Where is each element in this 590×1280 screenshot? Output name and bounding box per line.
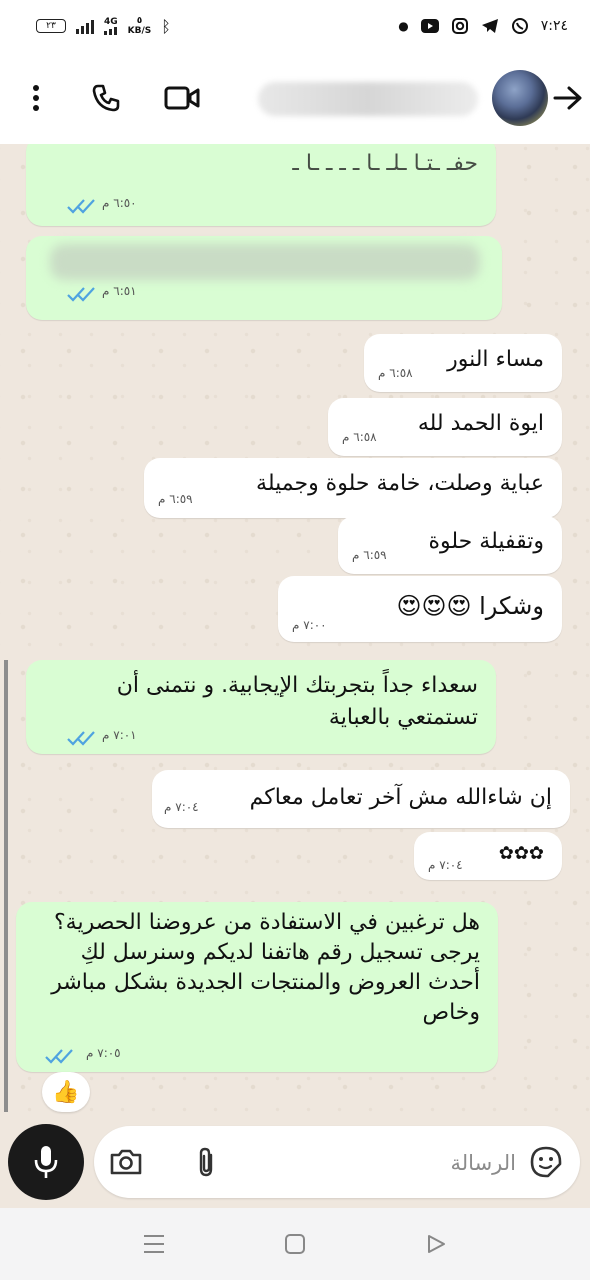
youtube-icon — [420, 17, 439, 35]
message-input[interactable] — [244, 1142, 518, 1184]
message-text: ✿✿✿ — [498, 843, 544, 864]
message-bubble-outgoing[interactable]: هل ترغبين في الاستفادة من عروضنا الحصرية… — [16, 902, 498, 1072]
message-time: ٦:٥٨ م — [378, 366, 413, 380]
message-text: عباية وصلت، خامة حلوة وجميلة — [256, 471, 544, 496]
message-time: ٦:٥١ م — [102, 284, 137, 298]
read-ticks-icon — [67, 287, 95, 302]
read-ticks-icon — [45, 1049, 73, 1064]
menu-icon[interactable] — [140, 1230, 168, 1258]
message-bubble-incoming[interactable]: وتقفيلة حلوة ٦:٥٩ م — [338, 516, 562, 574]
message-time: ٧:٠١ م — [102, 728, 137, 742]
message-bubble-incoming[interactable]: عباية وصلت، خامة حلوة وجميلة ٦:٥٩ م — [144, 458, 562, 518]
attach-icon[interactable] — [188, 1144, 224, 1180]
back-icon[interactable] — [422, 1230, 450, 1258]
status-time: ٧:٢٤ — [540, 18, 568, 34]
back-arrow-icon[interactable] — [550, 80, 586, 116]
system-nav-bar — [0, 1208, 590, 1280]
message-text: ايوة الحمد لله — [417, 411, 544, 436]
battery-icon: ٢٣ — [36, 19, 66, 33]
message-bubble-incoming[interactable]: وشكرا 😍😍😍 ٧:٠٠ م — [278, 576, 562, 642]
message-text: هل ترغبين في الاستفادة من عروضنا الحصرية… — [51, 910, 480, 1025]
telegram-icon — [481, 17, 499, 35]
network-indicator: 4G — [104, 17, 118, 35]
signal-icon — [76, 18, 94, 34]
network-type: 4G — [104, 17, 118, 27]
message-time: ٦:٥٩ م — [158, 492, 193, 506]
chat-header — [0, 52, 590, 144]
message-text: سعداء جداً بتجربتك الإيجابية. و نتمنى أن… — [116, 673, 478, 730]
status-bar: ٢٣ 4G ٥ KB/S ᛒ ● ٧:٢٤ — [0, 0, 590, 52]
selection-bar — [4, 660, 8, 1112]
message-time: ٦:٥٩ م — [352, 548, 387, 562]
contact-name[interactable] — [258, 82, 478, 116]
message-text: وشكرا 😍😍😍 — [396, 592, 544, 620]
message-text: إن شاءالله مش آخر تعامل معاكم — [249, 785, 552, 810]
read-ticks-icon — [67, 731, 95, 746]
message-time: ٧:٠٤ م — [164, 800, 199, 814]
network-speed: ٥ KB/S — [127, 16, 152, 36]
message-composer — [0, 1120, 590, 1208]
message-bubble-incoming[interactable]: ✿✿✿ ٧:٠٤ م — [414, 832, 562, 880]
avatar[interactable] — [492, 70, 548, 126]
bluetooth-icon: ᛒ — [161, 16, 171, 36]
more-icon[interactable] — [18, 80, 54, 116]
chat-area[interactable]: حفـ ـتـا ـلـ ـا ـ ـ ـ ـا ـ ٦:٥٠ م ٦:٥١ م… — [0, 144, 590, 1120]
message-bubble-outgoing[interactable]: حفـ ـتـا ـلـ ـا ـ ـ ـ ـا ـ ٦:٥٠ م — [26, 144, 496, 226]
phone-icon[interactable] — [88, 80, 124, 116]
mic-button[interactable] — [8, 1124, 84, 1200]
message-time: ٦:٥٠ م — [102, 196, 137, 210]
message-input-container — [94, 1126, 580, 1198]
message-bubble-outgoing[interactable]: سعداء جداً بتجربتك الإيجابية. و نتمنى أن… — [26, 660, 496, 754]
sticker-icon[interactable] — [528, 1144, 564, 1180]
message-time: ٦:٥٨ م — [342, 430, 377, 444]
message-time: ٧:٠٤ م — [428, 858, 463, 872]
message-bubble-outgoing[interactable]: ٦:٥١ م — [26, 236, 502, 320]
message-bubble-incoming[interactable]: ايوة الحمد لله ٦:٥٨ م — [328, 398, 562, 456]
message-text: وتقفيلة حلوة — [428, 529, 545, 554]
message-time: ٧:٠٥ م — [86, 1046, 121, 1060]
reaction-thumbs-up[interactable]: 👍 — [42, 1072, 90, 1112]
microphone-icon — [34, 1146, 58, 1178]
blurred-message-text — [50, 244, 480, 280]
message-bubble-incoming[interactable]: إن شاءالله مش آخر تعامل معاكم ٧:٠٤ م — [152, 770, 570, 828]
video-call-icon[interactable] — [164, 80, 200, 116]
whatsapp-icon — [511, 17, 529, 35]
camera-icon[interactable] — [108, 1144, 144, 1180]
message-bubble-incoming[interactable]: مساء النور ٦:٥٨ م — [364, 334, 562, 392]
dot-icon: ● — [398, 19, 409, 33]
message-text: مساء النور — [447, 347, 544, 372]
home-icon[interactable] — [281, 1230, 309, 1258]
message-time: ٧:٠٠ م — [292, 618, 327, 632]
read-ticks-icon — [67, 199, 95, 214]
instagram-icon — [451, 17, 469, 35]
message-text: حفـ ـتـا ـلـ ـا ـ ـ ـ ـا ـ — [292, 151, 478, 176]
